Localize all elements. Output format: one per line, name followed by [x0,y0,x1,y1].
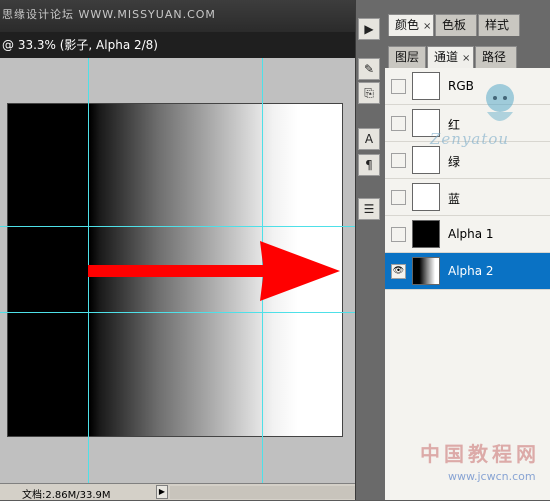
tab-swatches[interactable]: 色板 [435,14,477,36]
eye-icon[interactable]: 👁 [391,264,406,279]
horizontal-scrollbar[interactable] [170,486,355,499]
tab-channels[interactable]: 通道 × [427,46,474,68]
mascot-watermark [486,84,514,121]
channel-tabs: 图层 通道 × 路径 [385,46,550,68]
status-menu-button[interactable]: ▶ [156,485,168,499]
guide-horizontal[interactable] [0,226,355,227]
channel-name: 绿 [448,155,461,169]
visibility-toggle[interactable] [391,116,406,131]
channel-thumbnail [412,183,440,211]
channel-row-alpha-2[interactable]: 👁 Alpha 2 [385,253,550,290]
channel-row-rgb[interactable]: RGB [385,68,550,105]
right-panel-dock: 颜色 × 色板 样式 图层 通道 × 路径 RGB 红 绿 蓝 Alpha 1 … [382,0,550,500]
channel-row-alpha-1[interactable]: Alpha 1 [385,216,550,253]
close-icon[interactable]: × [462,53,470,64]
tab-paths-label: 路径 [482,50,507,64]
channel-thumbnail [412,146,440,174]
channel-name: 蓝 [448,192,461,206]
tab-paths[interactable]: 路径 [475,46,517,68]
tab-styles-label: 样式 [485,18,510,32]
canvas-area[interactable] [0,58,355,483]
visibility-toggle[interactable] [391,227,406,242]
visibility-toggle[interactable] [391,190,406,205]
bottom-watermark-url: www.jcwcn.com [448,470,536,483]
character-icon[interactable]: A [358,128,380,150]
document-size-label: 文档:2.86M/33.9M [22,490,111,501]
tab-styles[interactable]: 样式 [478,14,520,36]
channel-name: RGB [448,79,474,93]
tab-color[interactable]: 颜色 × [388,14,434,36]
document-title-bar[interactable]: @ 33.3% (影子, Alpha 2/8) [0,32,355,58]
tab-channels-label: 通道 [434,50,459,64]
script-watermark: Zenyatou [430,130,510,148]
tab-swatches-label: 色板 [442,18,467,32]
tab-color-label: 颜色 [395,18,420,32]
visibility-toggle[interactable] [391,153,406,168]
channel-name: Alpha 2 [448,264,494,278]
panel-icon-strip: ▶ ✎ ⎘ A ¶ ☰ [355,0,382,500]
tab-layers[interactable]: 图层 [388,46,426,68]
bottom-watermark: 中国教程网 [420,442,540,466]
status-bar: 文档:2.86M/33.9M ▶ [0,483,355,501]
channel-thumbnail [412,220,440,248]
channel-name: Alpha 1 [448,227,494,241]
visibility-toggle[interactable] [391,79,406,94]
paragraph-icon[interactable]: ¶ [358,154,380,176]
close-icon[interactable]: × [423,21,431,32]
clone-source-icon[interactable]: ⎘ [358,82,380,104]
guide-horizontal[interactable] [0,312,355,313]
channel-thumbnail [412,72,440,100]
brush-presets-icon[interactable]: ✎ [358,58,380,80]
channel-row-blue[interactable]: 蓝 [385,179,550,216]
play-icon[interactable]: ▶ [358,18,380,40]
layer-comps-icon[interactable]: ☰ [358,198,380,220]
document-window: 思缘设计论坛 WWW.MISSYUAN.COM @ 33.3% (影子, Alp… [0,0,355,501]
channel-thumbnail [412,257,440,285]
color-tabs: 颜色 × 色板 样式 [385,14,550,36]
document-top-strip: 思缘设计论坛 WWW.MISSYUAN.COM [0,0,355,32]
tab-layers-label: 图层 [395,50,420,64]
watermark-top: 思缘设计论坛 WWW.MISSYUAN.COM [2,8,216,21]
red-arrow [88,241,340,301]
